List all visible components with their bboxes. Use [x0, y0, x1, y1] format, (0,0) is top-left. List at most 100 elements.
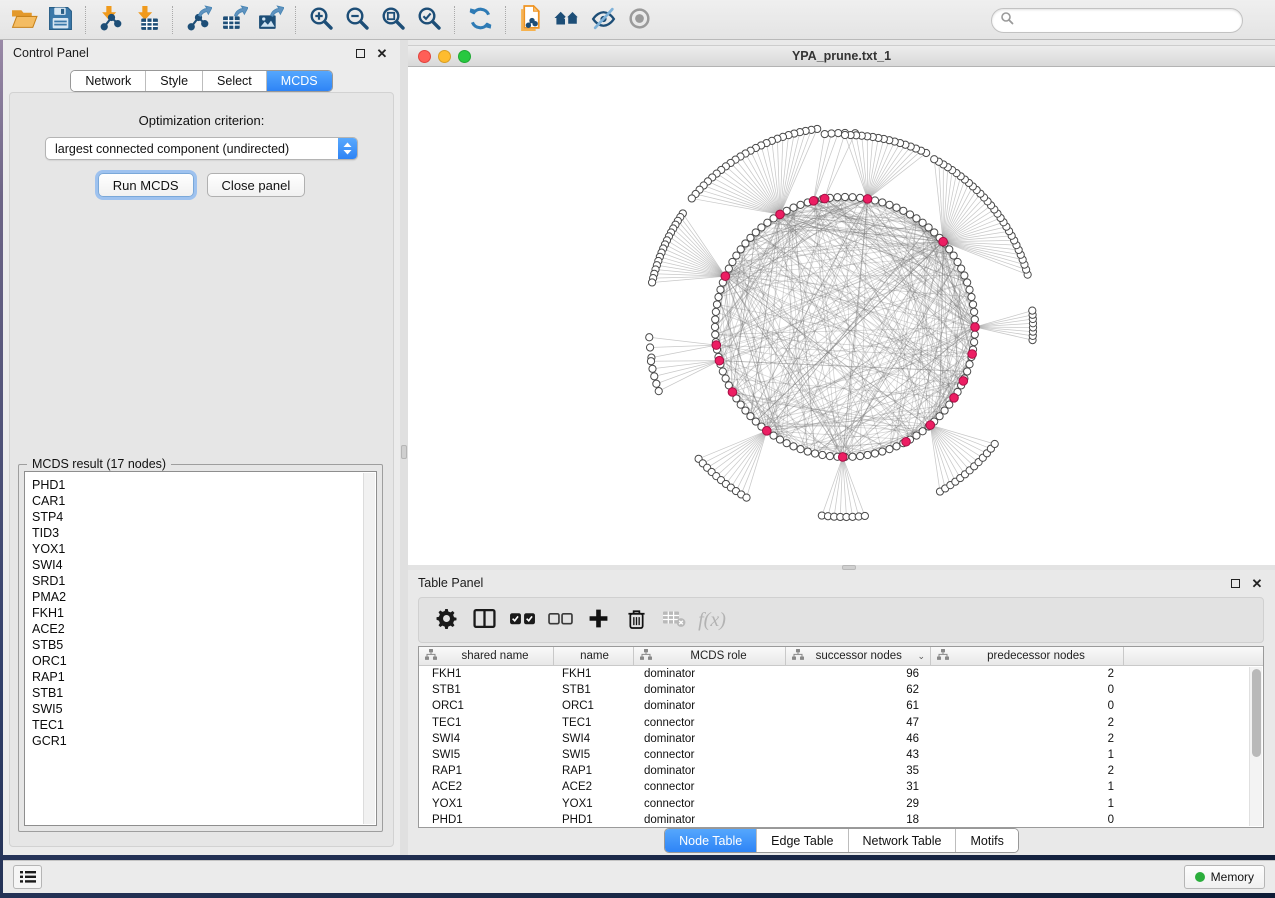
zoom-out-button[interactable]: [339, 2, 375, 38]
close-table-panel-button[interactable]: ✕: [1249, 575, 1265, 591]
table-cell[interactable]: PHD1: [554, 814, 634, 826]
tab-select[interactable]: Select: [202, 71, 266, 91]
table-cell[interactable]: SWI5: [419, 749, 554, 761]
zoom-in-button[interactable]: [303, 2, 339, 38]
first-neighbors-button[interactable]: [549, 2, 585, 38]
float-table-panel-button[interactable]: [1227, 575, 1243, 591]
table-row[interactable]: ACE2ACE2connector311: [419, 779, 1263, 795]
table-cell[interactable]: 62: [786, 684, 931, 696]
table-cell[interactable]: RAP1: [554, 765, 634, 777]
save-session-button[interactable]: [42, 2, 78, 38]
table-cell[interactable]: 43: [786, 749, 931, 761]
select-all-rows-button[interactable]: [505, 602, 539, 638]
table-cell[interactable]: 96: [786, 668, 931, 680]
panel-selector-button[interactable]: [13, 865, 42, 889]
column-header-MCDS-role[interactable]: MCDS role: [634, 647, 786, 665]
close-window-button[interactable]: [418, 50, 431, 63]
table-cell[interactable]: dominator: [634, 814, 786, 826]
table-cell[interactable]: ACE2: [554, 781, 634, 793]
table-cell[interactable]: connector: [634, 798, 786, 810]
add-column-button[interactable]: [581, 602, 615, 638]
table-row[interactable]: RAP1RAP1dominator352: [419, 763, 1263, 779]
hide-selected-button[interactable]: [585, 2, 621, 38]
minimize-window-button[interactable]: [438, 50, 451, 63]
delete-columns-button[interactable]: [619, 602, 653, 638]
tab-mcds[interactable]: MCDS: [266, 71, 332, 91]
table-row[interactable]: FKH1FKH1dominator962: [419, 666, 1263, 682]
table-cell[interactable]: 1: [931, 798, 1124, 810]
tab-network-table[interactable]: Network Table: [848, 829, 956, 852]
table-cell[interactable]: SWI5: [554, 749, 634, 761]
export-table-button[interactable]: [216, 2, 252, 38]
deselect-all-rows-button[interactable]: [543, 602, 577, 638]
table-cell[interactable]: RAP1: [419, 765, 554, 777]
table-cell[interactable]: connector: [634, 781, 786, 793]
zoom-fit-button[interactable]: [375, 2, 411, 38]
table-cell[interactable]: TEC1: [419, 717, 554, 729]
zoom-window-button[interactable]: [458, 50, 471, 63]
column-header-successor-nodes[interactable]: successor nodes⌄: [786, 647, 931, 665]
show-all-button[interactable]: [621, 2, 657, 38]
table-row[interactable]: SWI4SWI4dominator462: [419, 731, 1263, 747]
table-cell[interactable]: dominator: [634, 668, 786, 680]
close-mcds-panel-button[interactable]: Close panel: [207, 173, 306, 197]
open-file-button[interactable]: [6, 2, 42, 38]
table-settings-button[interactable]: [429, 602, 463, 638]
table-cell[interactable]: connector: [634, 749, 786, 761]
apply-layout-button[interactable]: [462, 2, 498, 38]
table-cell[interactable]: TEC1: [554, 717, 634, 729]
table-cell[interactable]: 1: [931, 781, 1124, 793]
column-header-shared-name[interactable]: shared name: [419, 647, 554, 665]
column-header-predecessor-nodes[interactable]: predecessor nodes: [931, 647, 1124, 665]
table-cell[interactable]: 2: [931, 733, 1124, 745]
table-cell[interactable]: 0: [931, 814, 1124, 826]
table-cell[interactable]: dominator: [634, 765, 786, 777]
table-cell[interactable]: STB1: [554, 684, 634, 696]
table-row[interactable]: ORC1ORC1dominator610: [419, 698, 1263, 714]
table-cell[interactable]: YOX1: [419, 798, 554, 810]
float-panel-button[interactable]: [352, 45, 368, 61]
import-network-button[interactable]: [93, 2, 129, 38]
tab-node-table[interactable]: Node Table: [665, 829, 756, 852]
table-cell[interactable]: 2: [931, 668, 1124, 680]
network-from-selection-button[interactable]: [513, 2, 549, 38]
toggle-columns-button[interactable]: [467, 602, 501, 638]
import-table-button[interactable]: [129, 2, 165, 38]
optimization-criterion-select[interactable]: largest connected component (undirected): [45, 137, 358, 160]
table-cell[interactable]: ORC1: [419, 700, 554, 712]
table-row[interactable]: YOX1YOX1connector291: [419, 796, 1263, 812]
table-cell[interactable]: FKH1: [554, 668, 634, 680]
tab-edge-table[interactable]: Edge Table: [756, 829, 847, 852]
zoom-selected-button[interactable]: [411, 2, 447, 38]
run-mcds-button[interactable]: Run MCDS: [98, 173, 194, 197]
table-cell[interactable]: 47: [786, 717, 931, 729]
panel-splitter-vertical[interactable]: [400, 40, 408, 855]
table-cell[interactable]: dominator: [634, 684, 786, 696]
table-cell[interactable]: ORC1: [554, 700, 634, 712]
export-network-button[interactable]: [180, 2, 216, 38]
close-panel-button[interactable]: ✕: [374, 45, 390, 61]
table-cell[interactable]: PHD1: [419, 814, 554, 826]
table-cell[interactable]: YOX1: [554, 798, 634, 810]
table-cell[interactable]: FKH1: [419, 668, 554, 680]
table-cell[interactable]: 46: [786, 733, 931, 745]
table-cell[interactable]: connector: [634, 717, 786, 729]
table-row[interactable]: STB1STB1dominator620: [419, 682, 1263, 698]
column-header-name[interactable]: name: [554, 647, 634, 665]
table-cell[interactable]: 0: [931, 684, 1124, 696]
search-input[interactable]: [1014, 11, 1242, 31]
table-cell[interactable]: SWI4: [419, 733, 554, 745]
table-cell[interactable]: 1: [931, 749, 1124, 761]
table-cell[interactable]: 18: [786, 814, 931, 826]
table-scrollbar[interactable]: [1249, 667, 1262, 826]
table-cell[interactable]: 0: [931, 700, 1124, 712]
network-canvas[interactable]: [408, 67, 1275, 565]
memory-button[interactable]: Memory: [1184, 865, 1265, 889]
table-cell[interactable]: 2: [931, 765, 1124, 777]
table-cell[interactable]: 2: [931, 717, 1124, 729]
tab-motifs[interactable]: Motifs: [955, 829, 1017, 852]
network-graph[interactable]: [408, 67, 1275, 565]
table-cell[interactable]: STB1: [419, 684, 554, 696]
export-image-button[interactable]: [252, 2, 288, 38]
tab-style[interactable]: Style: [145, 71, 202, 91]
